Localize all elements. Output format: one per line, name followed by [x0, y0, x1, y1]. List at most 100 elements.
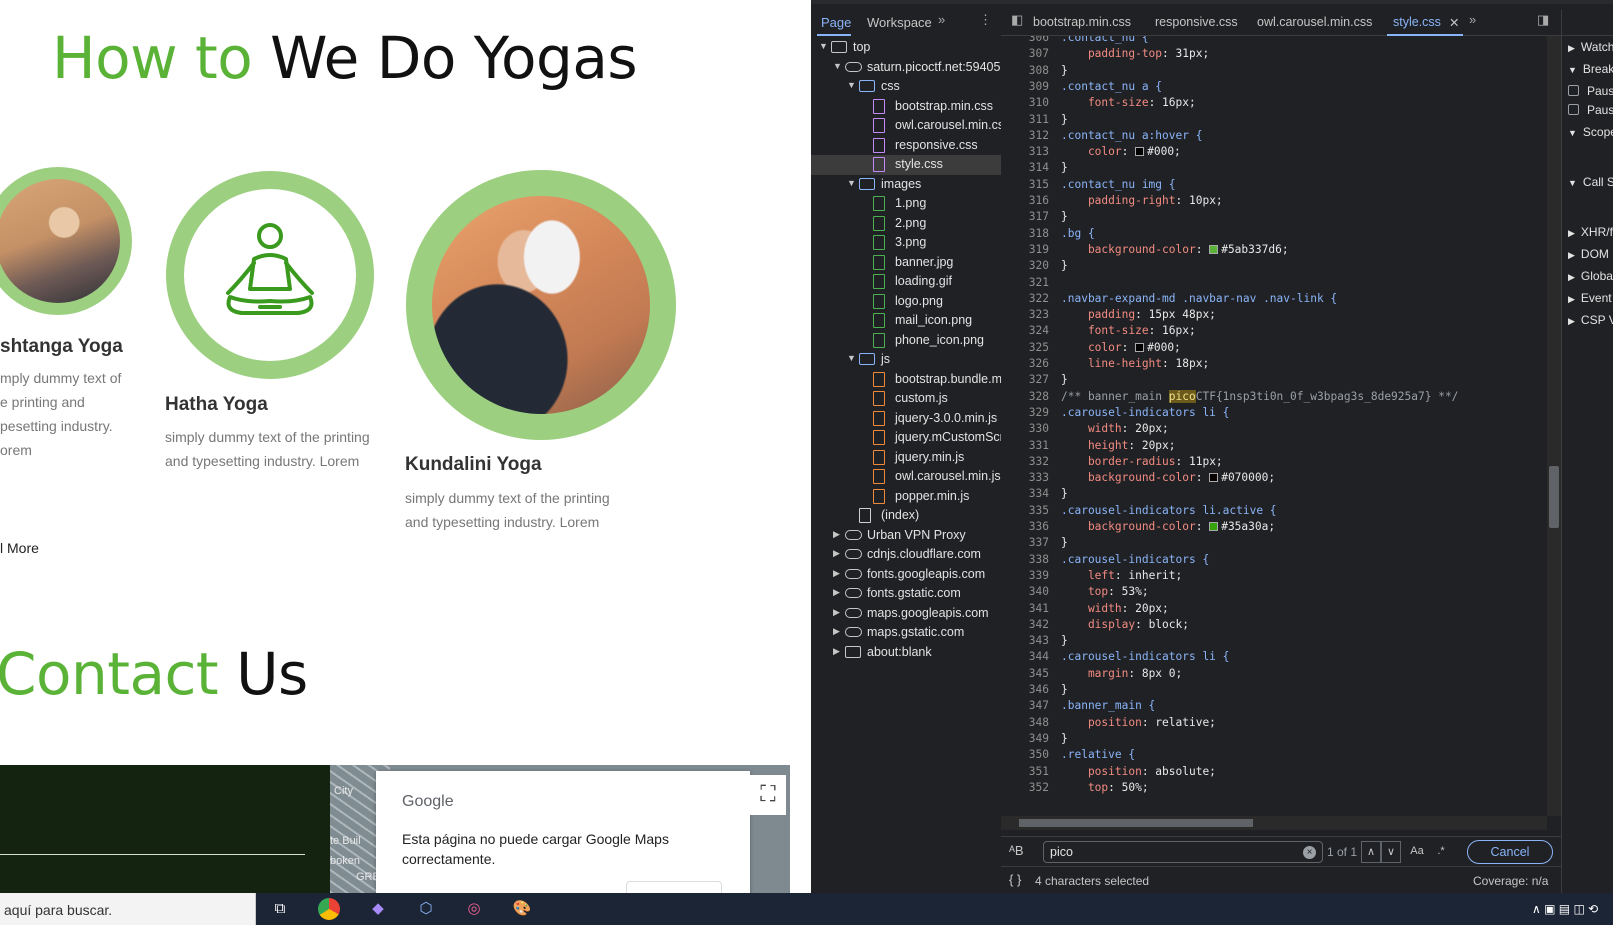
line-number[interactable]: 322: [1001, 290, 1049, 307]
code-line[interactable]: 326 line-height: 18px;: [1001, 355, 1546, 372]
more-tabs-icon[interactable]: »: [938, 12, 945, 27]
color-swatch-icon[interactable]: [1135, 147, 1145, 157]
editor-tab-owl-carousel[interactable]: owl.carousel.min.css: [1257, 15, 1372, 29]
chrome-icon[interactable]: [318, 898, 340, 920]
code-line[interactable]: 336 background-color: #35a30a;: [1001, 518, 1546, 535]
line-number[interactable]: 317: [1001, 208, 1049, 225]
line-number[interactable]: 320: [1001, 257, 1049, 274]
code-line[interactable]: 344 .carousel-indicators li {: [1001, 648, 1546, 665]
line-number[interactable]: 324: [1001, 322, 1049, 339]
code-line[interactable]: 330 width: 20px;: [1001, 420, 1546, 437]
file-tree-item[interactable]: 3.png: [811, 233, 1001, 253]
tab-workspace[interactable]: Workspace: [867, 15, 932, 30]
line-number[interactable]: 316: [1001, 192, 1049, 209]
file-tree-item[interactable]: phone_icon.png: [811, 331, 1001, 351]
code-line[interactable]: 332 border-radius: 11px;: [1001, 453, 1546, 470]
line-number[interactable]: 345: [1001, 665, 1049, 682]
file-tree-item[interactable]: ▶ about:blank: [811, 643, 1001, 663]
task-view-icon[interactable]: ⧉: [268, 897, 292, 921]
read-more-link[interactable]: l More: [0, 540, 39, 556]
file-tree-item[interactable]: ▶ Urban VPN Proxy: [811, 526, 1001, 546]
line-number[interactable]: 311: [1001, 111, 1049, 128]
line-number[interactable]: 326: [1001, 355, 1049, 372]
code-line[interactable]: 352 top: 50%;: [1001, 779, 1546, 796]
file-tree-item[interactable]: bootstrap.min.css: [811, 97, 1001, 117]
color-swatch-icon[interactable]: [1209, 473, 1219, 483]
system-tray-icons[interactable]: ∧ ▣ ▤ ◫ ⟲: [1532, 902, 1598, 916]
line-number[interactable]: 329: [1001, 404, 1049, 421]
code-line[interactable]: 327}: [1001, 371, 1546, 388]
file-tree-item[interactable]: style.css: [811, 155, 1001, 175]
code-line[interactable]: 350 .relative {: [1001, 746, 1546, 763]
file-tree-item[interactable]: ▶ fonts.googleapis.com: [811, 565, 1001, 585]
line-number[interactable]: 321: [1001, 274, 1049, 291]
line-number[interactable]: 337: [1001, 534, 1049, 551]
pause-caught-checkbox[interactable]: Pause: [1568, 103, 1613, 117]
code-line[interactable]: 328 /** banner_main picoCTF{1nsp3ti0n_0f_…: [1001, 388, 1546, 405]
line-number[interactable]: 318: [1001, 225, 1049, 242]
code-line[interactable]: 337}: [1001, 534, 1546, 551]
file-tree-item[interactable]: ▶ cdnjs.cloudflare.com: [811, 545, 1001, 565]
expanded-arrow-icon[interactable]: ▼: [833, 61, 842, 71]
line-number[interactable]: 352: [1001, 779, 1049, 796]
file-tree-item[interactable]: ▼ images: [811, 175, 1001, 195]
line-number[interactable]: 332: [1001, 453, 1049, 470]
line-number[interactable]: 346: [1001, 681, 1049, 698]
color-swatch-icon[interactable]: [1135, 342, 1145, 352]
code-line[interactable]: 339 left: inherit;: [1001, 567, 1546, 584]
scope-section[interactable]: ▼Scope: [1568, 125, 1613, 139]
line-number[interactable]: 347: [1001, 697, 1049, 714]
line-number[interactable]: 315: [1001, 176, 1049, 193]
file-tree-item[interactable]: jquery.mCustomScrol: [811, 428, 1001, 448]
collapsed-arrow-icon[interactable]: ▶: [833, 607, 840, 618]
close-tab-icon[interactable]: ✕: [1449, 15, 1459, 30]
line-number[interactable]: 308: [1001, 62, 1049, 79]
editor-vertical-thumb[interactable]: [1549, 466, 1559, 528]
file-tree-item[interactable]: jquery-3.0.0.min.js: [811, 409, 1001, 429]
file-tree-item[interactable]: jquery.min.js: [811, 448, 1001, 468]
editor-tab-style[interactable]: style.css: [1393, 15, 1441, 29]
line-number[interactable]: 339: [1001, 567, 1049, 584]
file-tree-item[interactable]: ▶ fonts.gstatic.com: [811, 584, 1001, 604]
regex-button[interactable]: .*: [1431, 841, 1451, 863]
line-number[interactable]: 349: [1001, 730, 1049, 747]
code-line[interactable]: 313 color: #000;: [1001, 143, 1546, 160]
file-tree-item[interactable]: mail_icon.png: [811, 311, 1001, 331]
line-number[interactable]: 335: [1001, 502, 1049, 519]
line-number[interactable]: 350: [1001, 746, 1049, 763]
app-icon[interactable]: ◎: [462, 897, 486, 921]
collapsed-arrow-icon[interactable]: ▶: [833, 529, 840, 540]
code-line[interactable]: 324 font-size: 16px;: [1001, 322, 1546, 339]
code-editor[interactable]: 306 .contact_nu {307 padding-top: 31px; 30…: [1001, 36, 1551, 816]
line-number[interactable]: 312: [1001, 127, 1049, 144]
xhr-breakpoints-section[interactable]: ▶ XHR/f: [1568, 225, 1613, 239]
code-line[interactable]: 314}: [1001, 159, 1546, 176]
toggle-debugger-icon[interactable]: ◨: [1537, 12, 1549, 28]
line-number[interactable]: 333: [1001, 469, 1049, 486]
global-listeners-section[interactable]: ▶ Globa: [1568, 269, 1613, 283]
editor-horizontal-thumb[interactable]: [1019, 819, 1253, 827]
editor-tab-bootstrap[interactable]: bootstrap.min.css: [1033, 15, 1131, 29]
paint-icon[interactable]: 🎨: [510, 897, 534, 921]
editor-horizontal-scrollbar[interactable]: [1001, 816, 1547, 830]
code-line[interactable]: 347 .banner_main {: [1001, 697, 1546, 714]
pause-uncaught-checkbox[interactable]: Pause: [1568, 84, 1613, 98]
fullscreen-icon[interactable]: ⛶: [750, 775, 786, 815]
code-line[interactable]: 345 margin: 8px 0;: [1001, 665, 1546, 682]
line-number[interactable]: 313: [1001, 143, 1049, 160]
expanded-arrow-icon[interactable]: ▼: [819, 41, 828, 51]
file-tree-item[interactable]: ▼ js: [811, 350, 1001, 370]
line-number[interactable]: 314: [1001, 159, 1049, 176]
line-number[interactable]: 310: [1001, 94, 1049, 111]
line-number[interactable]: 342: [1001, 616, 1049, 633]
code-line[interactable]: 320}: [1001, 257, 1546, 274]
code-line[interactable]: 318 .bg {: [1001, 225, 1546, 242]
code-line[interactable]: 349}: [1001, 730, 1546, 747]
code-line[interactable]: 319 background-color: #5ab337d6;: [1001, 241, 1546, 258]
line-number[interactable]: 319: [1001, 241, 1049, 258]
line-number[interactable]: 338: [1001, 551, 1049, 568]
file-tree-item[interactable]: 1.png: [811, 194, 1001, 214]
line-number[interactable]: 331: [1001, 437, 1049, 454]
code-line[interactable]: 335 .carousel-indicators li.active {: [1001, 502, 1546, 519]
code-line[interactable]: 310 font-size: 16px;: [1001, 94, 1546, 111]
